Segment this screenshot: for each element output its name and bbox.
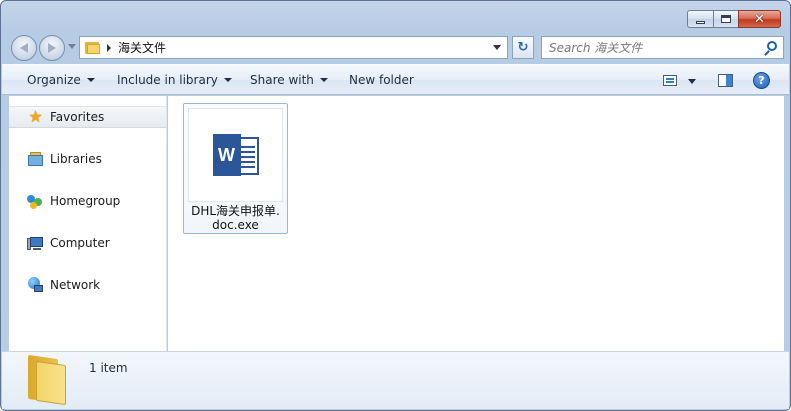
chevron-down-icon — [86, 78, 95, 82]
sidebar-item-network[interactable]: Network — [9, 274, 167, 296]
sidebar-item-label: Computer — [50, 236, 110, 250]
back-arrow-icon — [20, 43, 28, 53]
breadcrumb-current-folder[interactable]: 海关文件 — [118, 39, 166, 56]
close-icon: ✕ — [754, 11, 765, 27]
preview-pane-icon[interactable] — [718, 74, 733, 87]
search-icon[interactable] — [763, 40, 777, 56]
breadcrumb-arrow-icon[interactable] — [107, 43, 111, 52]
word-icon-letter: W — [212, 134, 241, 176]
chevron-down-icon — [319, 78, 328, 82]
forward-button[interactable] — [39, 35, 65, 61]
change-view-icon[interactable] — [663, 75, 677, 86]
help-icon[interactable]: ? — [753, 72, 770, 89]
sidebar-item-favorites[interactable]: ★ Favorites — [9, 106, 166, 128]
details-pane: 1 item — [2, 351, 789, 409]
minimize-button[interactable] — [687, 10, 713, 28]
command-bar: Organize Include in library Share with N… — [2, 64, 789, 95]
new-folder-button[interactable]: New folder — [349, 73, 414, 87]
libraries-icon — [27, 151, 44, 168]
star-icon: ★ — [28, 107, 43, 126]
search-input[interactable] — [549, 37, 763, 58]
refresh-button[interactable]: ↻ — [512, 36, 534, 59]
address-history-chevron-icon[interactable] — [493, 45, 501, 50]
view-options-chevron-icon[interactable] — [688, 79, 696, 84]
search-box[interactable] — [541, 36, 784, 59]
network-icon — [27, 276, 44, 294]
file-name-line-1: DHL海关申报单. — [191, 204, 280, 218]
share-with-label: Share with — [250, 73, 314, 87]
sidebar-item-label: Favorites — [50, 110, 105, 124]
new-folder-label: New folder — [349, 73, 414, 87]
file-item[interactable]: W DHL海关申报单. doc.exe — [183, 103, 288, 234]
close-button[interactable]: ✕ — [738, 10, 781, 28]
include-in-library-label: Include in library — [117, 73, 218, 87]
file-list[interactable]: W DHL海关申报单. doc.exe — [168, 96, 784, 351]
minimize-icon — [696, 20, 705, 24]
word-document-icon: W — [212, 134, 259, 176]
maximize-button[interactable] — [713, 10, 738, 28]
organize-button[interactable]: Organize — [27, 73, 95, 87]
file-name: DHL海关申报单. doc.exe — [184, 204, 287, 232]
share-with-button[interactable]: Share with — [250, 73, 328, 87]
explorer-window: ✕ 海关文件 ↻ Organize Incl — [0, 0, 791, 411]
refresh-icon: ↻ — [517, 40, 529, 55]
sidebar-item-label: Libraries — [50, 152, 102, 166]
item-count: 1 item — [89, 361, 128, 375]
navigation-pane: ★ Favorites Libraries Homegroup Computer… — [9, 96, 167, 351]
folder-icon — [85, 41, 101, 54]
address-bar[interactable]: 海关文件 — [79, 36, 508, 59]
organize-label: Organize — [27, 73, 81, 87]
sidebar-item-label: Homegroup — [50, 194, 121, 208]
maximize-icon — [721, 15, 731, 23]
sidebar-item-homegroup[interactable]: Homegroup — [9, 190, 167, 212]
homegroup-icon — [27, 193, 44, 210]
navigation-bar: 海关文件 ↻ — [9, 35, 784, 61]
computer-icon — [27, 235, 44, 252]
recent-pages-chevron-icon[interactable] — [68, 44, 76, 49]
sidebar-item-libraries[interactable]: Libraries — [9, 148, 167, 170]
file-thumbnail: W — [188, 108, 283, 202]
sidebar-item-label: Network — [50, 278, 101, 292]
chevron-down-icon — [223, 78, 232, 82]
include-in-library-button[interactable]: Include in library — [117, 73, 232, 87]
caption-buttons: ✕ — [687, 10, 781, 28]
folder-icon — [28, 354, 68, 406]
forward-arrow-icon — [48, 43, 56, 53]
back-button[interactable] — [11, 35, 37, 61]
file-name-line-2: doc.exe — [212, 218, 259, 232]
sidebar-item-computer[interactable]: Computer — [9, 232, 167, 254]
